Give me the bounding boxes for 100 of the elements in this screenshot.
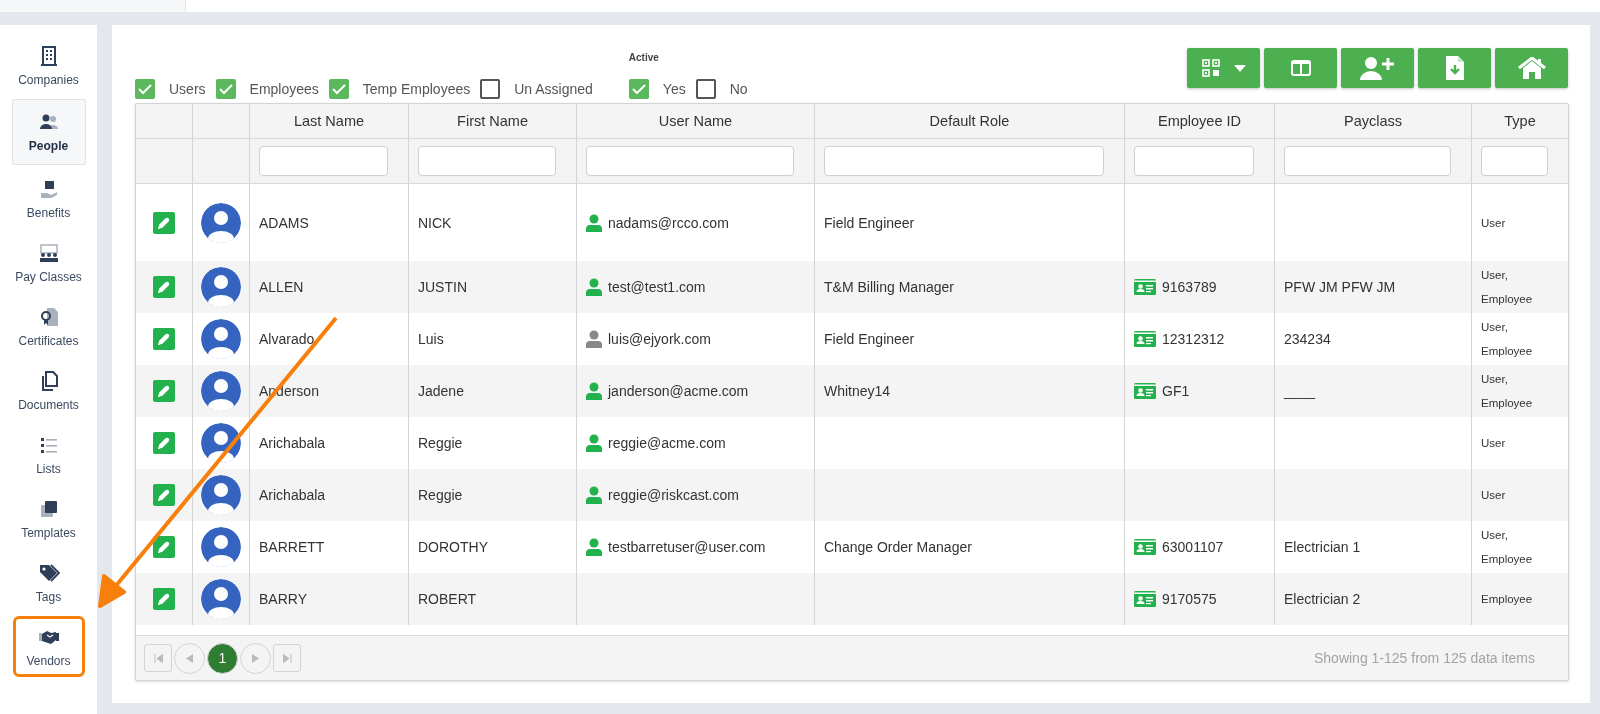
table-cell-text: User xyxy=(1481,488,1506,503)
column-header[interactable]: Last Name xyxy=(250,104,409,138)
filter-field[interactable] xyxy=(259,146,388,176)
pencil-icon xyxy=(158,437,170,449)
sidebar-item[interactable]: Pay Classes xyxy=(12,232,85,293)
home-icon xyxy=(1517,57,1546,79)
table-cell-text: User, Employee xyxy=(1481,528,1534,567)
edit-button[interactable] xyxy=(153,211,175,234)
table-cell: Arichabala xyxy=(259,487,326,503)
table-cell: Reggie xyxy=(418,487,463,503)
column-header[interactable]: Type xyxy=(1472,104,1568,138)
edit-button[interactable] xyxy=(153,328,175,350)
table-cell-text: Employee xyxy=(1481,592,1533,607)
table-cell: ADAMS xyxy=(259,214,309,231)
table-cell: Whitney14 xyxy=(824,383,891,399)
toolbar-button[interactable] xyxy=(1264,48,1337,88)
column-header[interactable]: Payclass xyxy=(1275,104,1472,138)
table-cell: ALLEN xyxy=(259,279,304,295)
column-header[interactable]: Default Role xyxy=(815,104,1125,138)
table-cell: Field Engineer xyxy=(824,331,915,347)
avatar-icon xyxy=(201,579,241,619)
avatar-icon xyxy=(201,527,241,567)
edit-button[interactable] xyxy=(153,588,175,610)
id-card-icon xyxy=(1134,383,1156,399)
checkbox-label: Users xyxy=(169,81,206,97)
table-cell: PFW JM PFW JM xyxy=(1284,279,1396,295)
table-cell: 63001107 xyxy=(1162,539,1224,555)
toolbar-button[interactable] xyxy=(1341,48,1414,88)
checkbox-label: Temp Employees xyxy=(362,81,471,97)
edit-button[interactable] xyxy=(153,536,175,558)
edit-button[interactable] xyxy=(153,380,175,402)
filter-field[interactable] xyxy=(1481,146,1548,176)
table-cell: Change Order Manager xyxy=(824,539,972,555)
next-page-button[interactable] xyxy=(240,642,271,674)
table-cell: BARRETT xyxy=(259,539,325,555)
last-page-button[interactable] xyxy=(273,644,301,672)
toolbar-button[interactable] xyxy=(1187,48,1260,88)
checkbox[interactable] xyxy=(135,79,155,99)
edit-button[interactable] xyxy=(153,484,175,506)
filter-field[interactable] xyxy=(1284,146,1451,176)
table-cell: DOROTHY xyxy=(418,539,488,555)
checkbox[interactable] xyxy=(480,79,501,99)
pencil-icon xyxy=(158,385,170,397)
checkbox-label: No xyxy=(729,81,748,97)
avatar-icon xyxy=(201,319,241,359)
table-cell: T&M Billing Manager xyxy=(824,279,954,295)
table-cell: test@test1.com xyxy=(608,279,706,295)
edit-button[interactable] xyxy=(153,432,175,454)
checkbox[interactable] xyxy=(695,79,716,99)
file-download-icon xyxy=(1445,56,1464,80)
id-card-icon xyxy=(1134,591,1156,607)
first-page-button[interactable] xyxy=(144,644,172,672)
edit-button[interactable] xyxy=(153,276,175,298)
sidebar-item[interactable]: Companies xyxy=(12,35,85,96)
table-cell: nadams@rcco.com xyxy=(608,214,729,231)
next-icon xyxy=(252,653,259,663)
table-cell: GF1 xyxy=(1162,383,1190,399)
pencil-icon xyxy=(158,489,170,501)
last-page-icon xyxy=(282,653,292,663)
tags-icon xyxy=(37,561,60,584)
filter-field[interactable] xyxy=(586,146,794,176)
sidebar-item[interactable]: Templates xyxy=(12,488,85,549)
toolbar-button[interactable] xyxy=(1495,48,1568,88)
table-cell: Electrician 1 xyxy=(1284,539,1361,555)
sidebar-item[interactable]: Benefits xyxy=(12,168,85,229)
filter-field[interactable] xyxy=(418,146,556,176)
sidebar-item[interactable]: Lists xyxy=(12,424,85,485)
toolbar-button[interactable] xyxy=(1418,48,1491,88)
checkbox[interactable] xyxy=(328,79,349,99)
table-cell: Alvarado xyxy=(259,331,315,347)
table-cell-text: User, Employee xyxy=(1481,372,1534,411)
table-cell: ROBERT xyxy=(418,591,477,607)
previous-page-button[interactable] xyxy=(174,642,205,674)
column-header[interactable]: User Name xyxy=(577,104,815,138)
classroom-icon xyxy=(37,241,60,264)
avatar-icon xyxy=(201,371,241,411)
pencil-icon xyxy=(158,216,170,229)
filter-field[interactable] xyxy=(824,146,1104,176)
avatar-icon xyxy=(201,475,241,515)
table-cell: Reggie xyxy=(418,435,463,451)
sidebar-item[interactable]: People xyxy=(11,99,86,165)
table-cell-text: User, Employee xyxy=(1481,320,1534,359)
table-cell: ____ xyxy=(1284,383,1316,399)
table-cell: Arichabala xyxy=(259,435,326,451)
sidebar-item[interactable]: Tags xyxy=(12,552,85,613)
sidebar-item[interactable]: Vendors xyxy=(12,616,85,677)
pencil-icon xyxy=(158,281,170,293)
column-header[interactable]: Employee ID xyxy=(1125,104,1275,138)
checkbox[interactable] xyxy=(215,79,236,99)
column-header[interactable]: First Name xyxy=(409,104,577,138)
filter-field[interactable] xyxy=(1134,146,1254,176)
checkbox-label: Un Assigned xyxy=(514,81,593,97)
table-cell: reggie@riskcast.com xyxy=(608,487,739,503)
sidebar-item[interactable]: Documents xyxy=(12,360,85,421)
avatar-icon xyxy=(201,267,241,307)
sidebar-item[interactable]: Certificates xyxy=(12,296,85,357)
checkbox[interactable] xyxy=(628,79,649,99)
page-button[interactable]: 1 xyxy=(207,642,238,674)
table-cell: Electrician 2 xyxy=(1284,591,1361,607)
table-cell: 234234 xyxy=(1284,331,1331,347)
